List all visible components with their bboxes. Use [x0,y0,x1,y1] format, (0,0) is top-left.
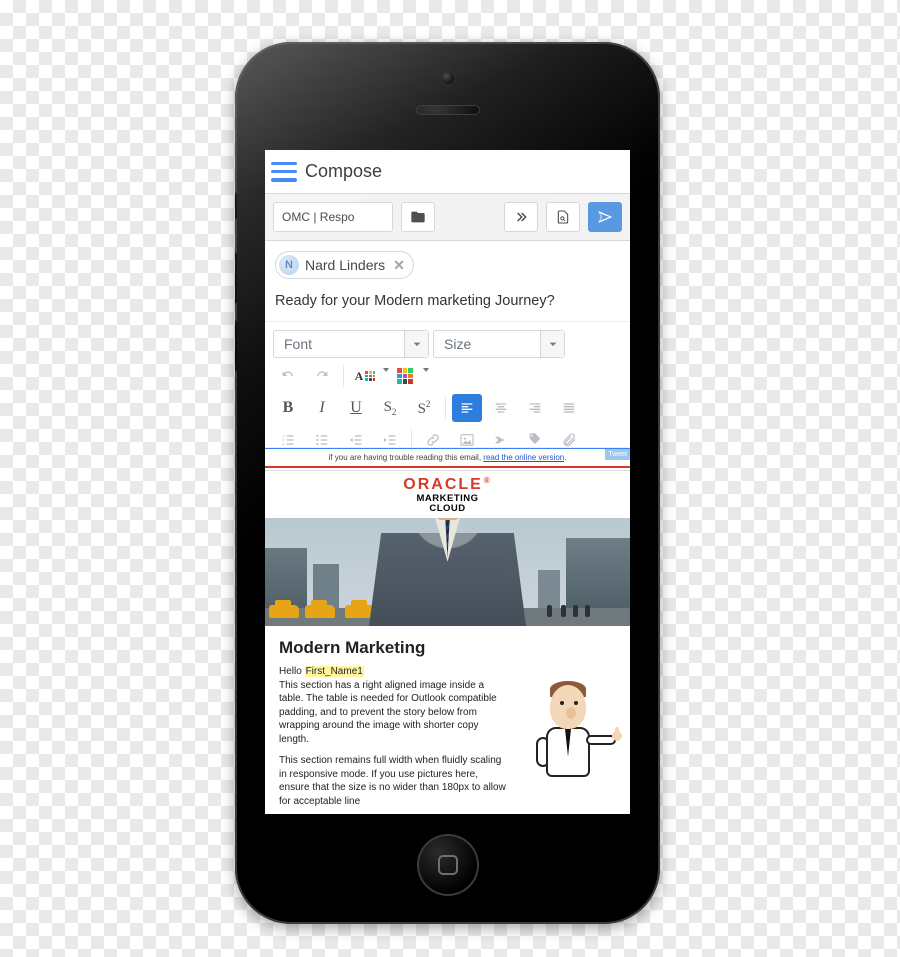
recipient-name: Nard Linders [305,257,385,273]
tweet-flag[interactable]: Tweet [605,449,630,460]
hero-image [265,518,630,626]
align-center-icon [493,400,509,416]
document-search-icon [555,209,571,225]
trouble-text: if you are having trouble reading this e… [329,453,484,462]
chevrons-right-icon [513,209,529,225]
folder-button[interactable] [401,202,435,232]
preview-illustration [520,679,616,789]
undo-button[interactable] [273,362,303,390]
align-left-icon [459,400,475,416]
superscript-button[interactable]: S2 [409,394,439,422]
bg-color-swatch-icon [397,368,413,384]
align-right-button[interactable] [520,394,550,422]
mute-switch[interactable] [235,192,237,220]
brand-name: ORACLE [403,476,483,493]
align-justify-button[interactable] [554,394,584,422]
expand-button[interactable] [504,202,538,232]
align-right-icon [527,400,543,416]
email-preview[interactable]: if you are having trouble reading this e… [265,448,630,812]
volume-up-button[interactable] [235,252,237,304]
size-select[interactable]: Size [433,330,565,358]
menu-button[interactable] [271,162,297,182]
preview-greeting: Hello First_Name1 [279,666,616,677]
font-select-label: Font [274,336,322,352]
chevron-down-icon [404,331,428,357]
bulleted-list-icon [314,432,330,448]
image-icon [459,432,475,448]
subject-chip-text: OMC | Respo [282,210,354,224]
bg-color-button[interactable] [390,362,420,390]
merge-placeholder: First_Name1 [305,666,364,677]
align-center-button[interactable] [486,394,516,422]
size-select-label: Size [434,336,481,352]
preview-button[interactable] [546,202,580,232]
underline-button[interactable]: U [341,394,371,422]
preview-heading: Modern Marketing [279,638,616,658]
paperclip-icon [561,432,577,448]
undo-icon [280,368,296,384]
stage: Compose OMC | Respo [0,0,900,957]
link-icon [425,432,441,448]
italic-button[interactable]: I [307,394,337,422]
earpiece [416,105,480,115]
folder-icon [410,209,426,225]
volume-down-button[interactable] [235,320,237,372]
indent-icon [382,432,398,448]
app-header: Compose [265,150,630,194]
subject-text: Ready for your Modern marketing Journey? [275,293,555,309]
subject-chip[interactable]: OMC | Respo [273,202,393,232]
front-camera [442,72,454,84]
phone-frame: Compose OMC | Respo [235,42,660,924]
preview-body: Modern Marketing Hello First_Name1 This … [265,626,630,812]
preview-topbar: if you are having trouble reading this e… [265,448,630,466]
redo-button[interactable] [307,362,337,390]
font-select[interactable]: Font [273,330,429,358]
outdent-icon [348,432,364,448]
text-color-button[interactable]: A [350,362,380,390]
redo-icon [314,368,330,384]
home-icon [438,855,458,875]
recipient-chip[interactable]: N Nard Linders ✕ [275,251,414,279]
brand-sub2: CLOUD [265,504,630,514]
home-button[interactable] [417,834,479,896]
text-color-swatch-icon [365,371,375,381]
send-button[interactable] [588,202,622,232]
tag-icon [527,432,543,448]
editor-wrap: Font Size [265,322,630,812]
recipient-row: N Nard Linders ✕ [265,241,630,279]
preview-para2: This section remains full width when flu… [279,754,510,808]
numbered-list-icon: 123 [280,432,296,448]
merge-arrow-icon [493,432,509,448]
rich-text-toolbar: Font Size [265,322,630,448]
paper-plane-icon [597,209,613,225]
bold-button[interactable]: B [273,394,303,422]
online-version-link[interactable]: read the online version [483,453,564,462]
hero-figure [369,518,527,626]
preview-text: This section has a right aligned image i… [279,679,510,812]
page-title: Compose [305,161,382,182]
divider [265,466,630,468]
brand-logo: ORACLE® MARKETING CLOUD [265,471,630,518]
preview-para1: This section has a right aligned image i… [279,679,510,747]
chevron-down-icon [540,331,564,357]
screen: Compose OMC | Respo [265,150,630,814]
avatar-initial: N [285,259,293,271]
action-bar: OMC | Respo [265,194,630,241]
subject-field[interactable]: Ready for your Modern marketing Journey? [265,279,630,322]
subscript-button[interactable]: S2 [375,394,405,422]
align-left-button[interactable] [452,394,482,422]
align-justify-icon [561,400,577,416]
remove-recipient-button[interactable]: ✕ [391,257,407,274]
svg-text:3: 3 [282,441,285,446]
avatar: N [279,255,299,275]
